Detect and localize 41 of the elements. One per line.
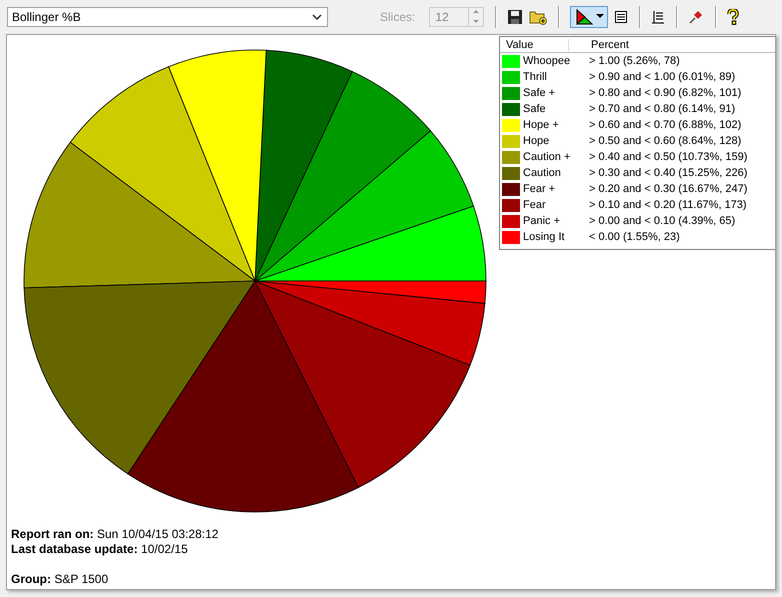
legend-label: Fear +: [523, 183, 556, 195]
legend-range: > 0.00 and < 0.10 (4.39%, 65): [589, 215, 736, 227]
pin-icon[interactable]: [688, 8, 704, 24]
legend-range: > 0.50 and < 0.60 (8.64%, 128): [589, 135, 742, 147]
legend-label: Hope: [523, 135, 550, 147]
legend-range: > 1.00 (5.26%, 78): [589, 55, 680, 67]
legend-range: > 0.30 and < 0.40 (15.25%, 226): [589, 167, 748, 179]
legend-range: > 0.10 and < 0.20 (11.67%, 173): [589, 199, 747, 211]
legend-label: Caution: [523, 167, 562, 179]
group-line: Group: S&P 1500: [11, 572, 110, 587]
legend-range: > 0.80 and < 0.90 (6.82%, 101): [589, 87, 742, 99]
list-icon[interactable]: [614, 10, 628, 24]
caret-icon: [596, 14, 604, 19]
legend-label: Whoopee: [523, 55, 572, 67]
pie-chart-icon: [574, 8, 594, 26]
indicator-dropdown[interactable]: Bollinger %B: [7, 6, 328, 26]
report-line: Last database update: 10/02/15: [11, 542, 189, 557]
legend-label: Caution +: [523, 151, 572, 163]
legend-label: Hope +: [523, 119, 560, 131]
legend-range: > 0.40 and < 0.50 (10.73%, 159): [589, 151, 748, 163]
column-header[interactable]: Percent: [569, 38, 629, 50]
column-header[interactable]: Value: [500, 38, 569, 50]
report-line: Report ran on: Sun 10/04/15 03:28:12: [11, 527, 220, 542]
legend-label: Fear: [523, 199, 547, 211]
chevron-down-icon: [312, 14, 322, 20]
save-icon[interactable]: [507, 8, 524, 24]
legend-range: > 0.20 and < 0.30 (16.67%, 247): [589, 183, 748, 195]
legend-range: > 0.60 and < 0.70 (6.88%, 102): [589, 119, 742, 131]
numbered-list-icon[interactable]: [651, 10, 666, 24]
legend-label: Safe +: [523, 87, 556, 99]
folder-add-icon[interactable]: [529, 8, 548, 24]
pie-chart-button[interactable]: [570, 6, 608, 28]
slices-label: Slices:: [380, 10, 416, 24]
legend-range: > 0.90 and < 1.00 (6.01%, 89): [589, 71, 736, 83]
legend-label: Thrill: [523, 71, 548, 83]
legend-range: > 0.70 and < 0.80 (6.14%, 91): [589, 103, 736, 115]
legend-range: < 0.00 (1.55%, 23): [589, 231, 680, 243]
legend-label: Safe: [523, 103, 547, 115]
legend-label: Panic +: [523, 215, 561, 227]
legend-label: Losing It: [523, 231, 566, 243]
help-icon[interactable]: [727, 8, 740, 24]
